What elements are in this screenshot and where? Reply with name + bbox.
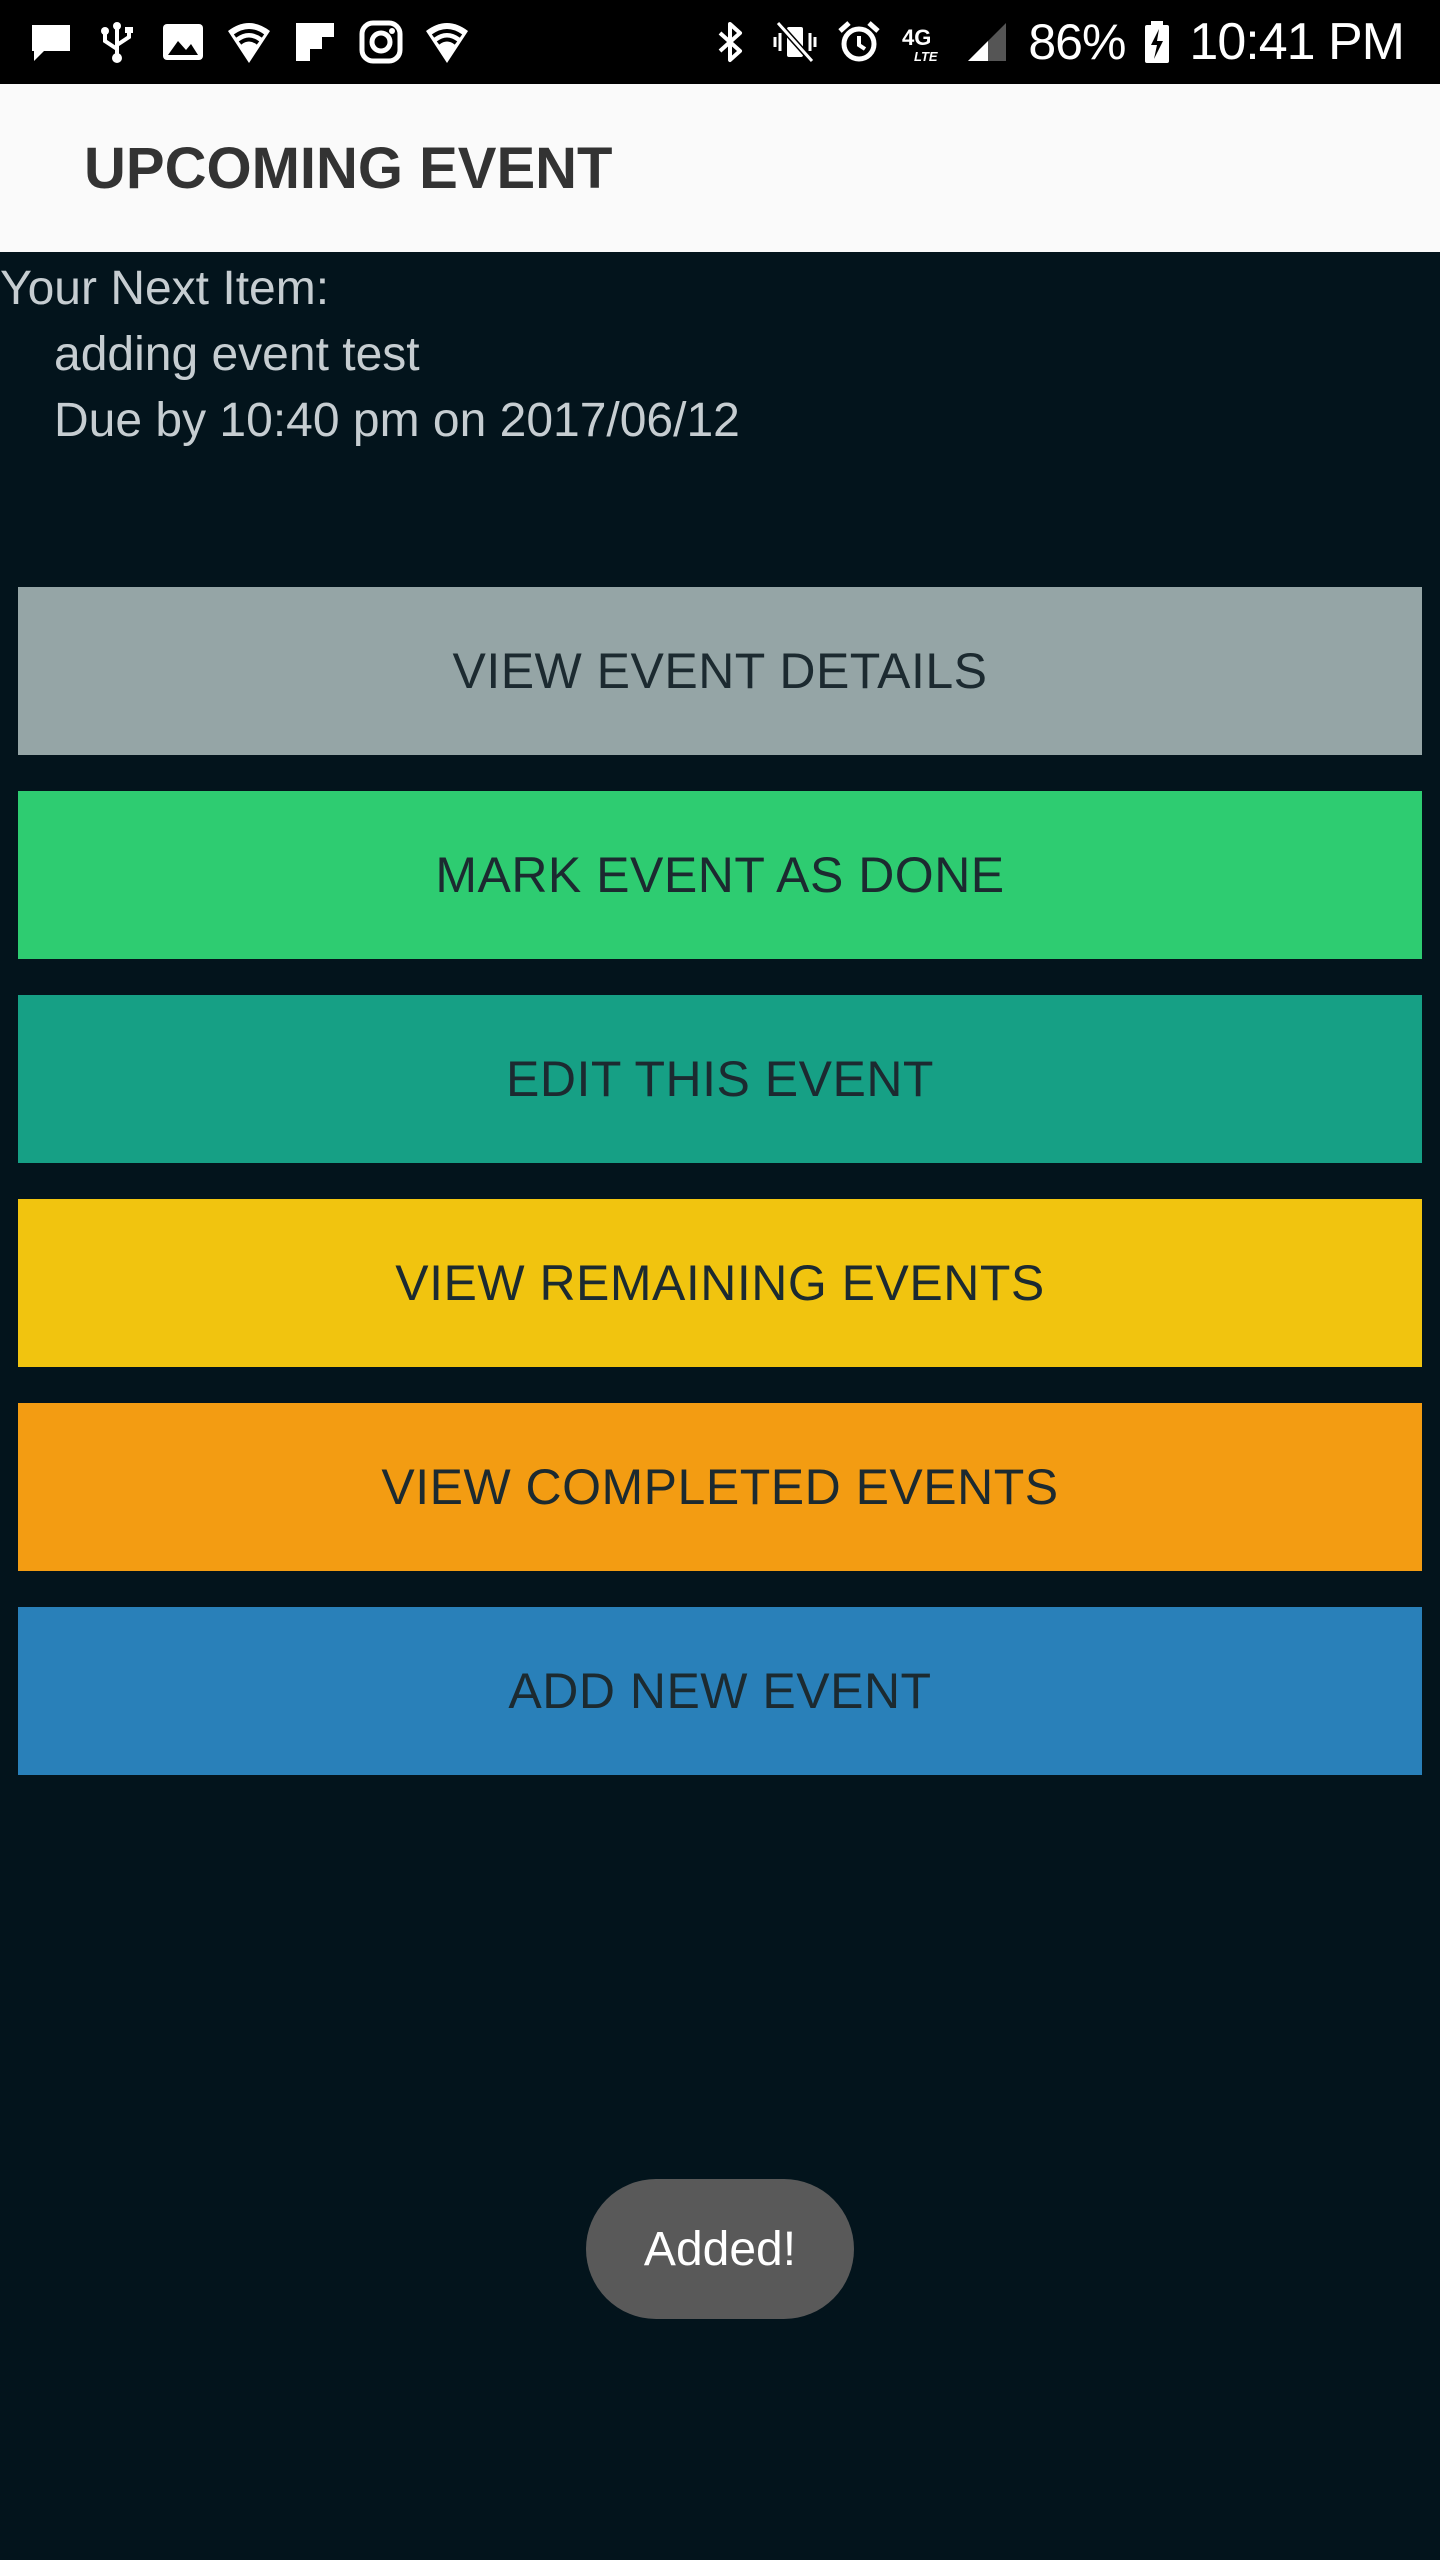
next-item-due: Due by 10:40 pm on 2017/06/12 bbox=[54, 394, 740, 447]
view-event-details-button[interactable]: VIEW EVENT DETAILS bbox=[18, 587, 1422, 755]
app-bar: UPCOMING EVENT bbox=[0, 84, 1440, 252]
usb-icon bbox=[94, 19, 140, 65]
alarm-icon bbox=[836, 19, 882, 65]
vibrate-mute-icon bbox=[772, 19, 818, 65]
edit-event-button[interactable]: EDIT THIS EVENT bbox=[18, 995, 1422, 1163]
system-icons: 4G LTE 86% 10:41 PM bbox=[708, 10, 1405, 74]
clock: 10:41 PM bbox=[1189, 13, 1405, 71]
view-completed-events-button[interactable]: VIEW COMPLETED EVENTS bbox=[18, 1403, 1422, 1571]
instagram-icon bbox=[358, 19, 404, 65]
screen: 4G LTE 86% 10:41 PM UPCOMING EVENT Your … bbox=[0, 0, 1440, 2560]
next-item-label: Your Next Item: bbox=[0, 262, 330, 315]
add-new-event-button[interactable]: ADD NEW EVENT bbox=[18, 1607, 1422, 1775]
page-title: UPCOMING EVENT bbox=[84, 136, 613, 201]
4g-lte-icon: 4G LTE bbox=[900, 19, 946, 65]
toast-message: Added! bbox=[586, 2179, 854, 2319]
battery-percent: 86% bbox=[1028, 14, 1126, 70]
notification-icons bbox=[28, 18, 470, 66]
view-remaining-events-button[interactable]: VIEW REMAINING EVENTS bbox=[18, 1199, 1422, 1367]
status-bar: 4G LTE 86% 10:41 PM bbox=[0, 0, 1440, 84]
wifi-shield-icon bbox=[424, 19, 470, 65]
mark-event-done-button[interactable]: MARK EVENT AS DONE bbox=[18, 791, 1422, 959]
flipboard-icon bbox=[292, 19, 338, 65]
bluetooth-icon bbox=[708, 19, 754, 65]
svg-text:LTE: LTE bbox=[914, 49, 938, 64]
message-icon bbox=[28, 19, 74, 65]
wifi-shield-icon bbox=[226, 19, 272, 65]
image-icon bbox=[160, 19, 206, 65]
battery-charging-icon bbox=[1143, 19, 1171, 65]
svg-text:4G: 4G bbox=[902, 25, 931, 50]
next-item-name: adding event test bbox=[54, 328, 420, 381]
signal-icon bbox=[964, 19, 1010, 65]
